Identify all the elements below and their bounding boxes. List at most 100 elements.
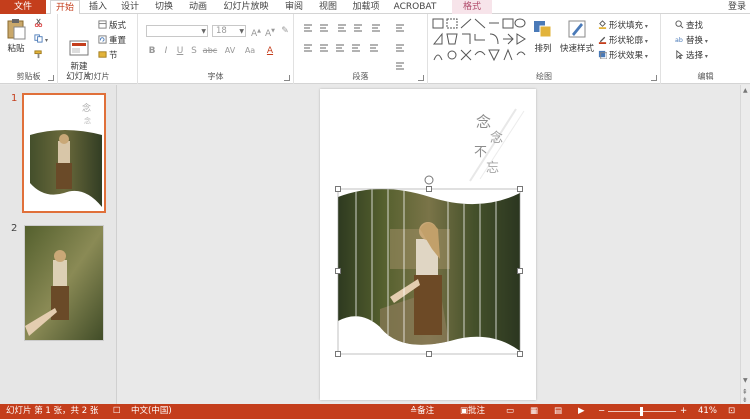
- replace-button[interactable]: ab 替换 ▾: [675, 35, 708, 47]
- resize-handle[interactable]: [517, 351, 523, 357]
- text-direction-icon[interactable]: [394, 22, 406, 34]
- italic-button[interactable]: I: [160, 45, 172, 57]
- char-spacing-button[interactable]: AV: [222, 45, 238, 57]
- shrink-font-button[interactable]: A▼: [264, 25, 276, 39]
- section-button[interactable]: 节: [98, 50, 118, 62]
- align-right-icon[interactable]: [334, 42, 346, 54]
- next-slide-icon[interactable]: ⇟: [742, 396, 748, 404]
- slide-editing-area[interactable]: 念 念 不 忘: [118, 85, 740, 404]
- clipboard-launcher[interactable]: [48, 75, 54, 81]
- tab-item[interactable]: 插入: [84, 0, 112, 14]
- decrease-indent-icon[interactable]: [336, 22, 348, 34]
- quick-styles-button[interactable]: 快速样式: [558, 18, 596, 54]
- resize-handle[interactable]: [426, 351, 432, 357]
- prev-slide-icon[interactable]: ⇞: [742, 388, 748, 396]
- reset-button[interactable]: 重置: [98, 35, 126, 47]
- paste-label: 粘贴: [7, 44, 25, 54]
- align-left-icon[interactable]: [302, 42, 314, 54]
- format-painter-button[interactable]: [34, 50, 45, 62]
- tab-item[interactable]: 动画: [184, 0, 212, 14]
- shadow-button[interactable]: S: [188, 45, 200, 57]
- tab-item[interactable]: 切换: [150, 0, 178, 14]
- resize-handle[interactable]: [517, 186, 523, 192]
- slide-thumbnail-2[interactable]: [24, 225, 104, 341]
- quick-styles-label: 快速样式: [559, 44, 594, 54]
- shapes-gallery[interactable]: [432, 18, 526, 62]
- font-name-combo[interactable]: ▼: [146, 25, 208, 37]
- resize-handle[interactable]: [335, 186, 341, 192]
- resize-handle[interactable]: [335, 268, 341, 274]
- numbering-icon[interactable]: [318, 22, 330, 34]
- reading-view-icon[interactable]: ▤: [554, 404, 562, 419]
- tab-item[interactable]: 视图: [314, 0, 342, 14]
- strikethrough-button[interactable]: abc: [202, 45, 218, 57]
- zoom-out-icon[interactable]: −: [598, 404, 605, 419]
- quick-styles-icon: [566, 18, 588, 40]
- group-paragraph: 段落: [294, 14, 428, 84]
- smartart-icon[interactable]: [394, 60, 406, 72]
- comments-button[interactable]: ▣ 批注: [460, 404, 485, 419]
- line-spacing-icon[interactable]: [370, 22, 382, 34]
- underline-button[interactable]: U: [174, 45, 186, 57]
- arrange-label: 排列: [534, 44, 552, 54]
- zoom-slider-thumb[interactable]: [640, 407, 643, 416]
- bold-button[interactable]: B: [146, 45, 158, 57]
- tab-item[interactable]: 加载项: [348, 0, 384, 14]
- tab-item[interactable]: ACROBAT: [390, 0, 440, 14]
- slide-sorter-icon[interactable]: ▦: [530, 404, 538, 419]
- tab-item[interactable]: 格式: [452, 0, 492, 14]
- paste-button[interactable]: 粘贴: [3, 18, 29, 54]
- tab-item[interactable]: 开始: [50, 0, 80, 15]
- spellcheck-icon[interactable]: ☐: [113, 404, 121, 419]
- shape-effects-button[interactable]: 形状效果 ▾: [598, 50, 648, 62]
- align-center-icon[interactable]: [318, 42, 330, 54]
- resize-handle[interactable]: [335, 351, 341, 357]
- change-case-button[interactable]: Aa: [242, 45, 258, 57]
- language-status[interactable]: 中文(中国): [131, 404, 172, 419]
- copy-button[interactable]: ▾: [34, 34, 48, 46]
- tab-item[interactable]: 设计: [116, 0, 144, 14]
- normal-view-icon[interactable]: ▭: [506, 404, 514, 419]
- zoom-in-icon[interactable]: +: [680, 404, 687, 419]
- resize-handle[interactable]: [426, 186, 432, 192]
- new-slide-icon: [68, 28, 90, 56]
- shape-outline-button[interactable]: 形状轮廓 ▾: [598, 35, 648, 47]
- tab-item[interactable]: 幻灯片放映: [218, 0, 274, 14]
- layout-button[interactable]: 版式: [98, 20, 126, 32]
- paragraph-launcher[interactable]: [418, 75, 424, 81]
- grow-font-button[interactable]: A▲: [250, 25, 262, 39]
- svg-text:ab: ab: [675, 37, 683, 44]
- vertical-scrollbar[interactable]: ▲ ▼ ⇞ ⇟: [740, 85, 750, 404]
- notes-button[interactable]: ≙ 备注: [410, 404, 434, 419]
- layout-icon: [98, 20, 107, 29]
- slide-thumbnail-1[interactable]: 念 念: [22, 93, 106, 213]
- scroll-down-icon[interactable]: ▼: [743, 377, 748, 384]
- group-slides: 新建 幻灯片 版式 重置 节 幻灯片: [58, 14, 138, 84]
- tab-file[interactable]: 文件: [0, 0, 46, 14]
- arrange-button[interactable]: 排列: [530, 18, 556, 54]
- justify-icon[interactable]: [350, 42, 362, 54]
- drawing-launcher[interactable]: [651, 75, 657, 81]
- slide-thumbnails-panel[interactable]: 1 念 念 2: [0, 85, 117, 404]
- tab-item[interactable]: 审阅: [280, 0, 308, 14]
- current-slide[interactable]: 念 念 不 忘: [320, 89, 536, 400]
- cut-button[interactable]: [34, 18, 45, 30]
- align-text-icon[interactable]: [394, 42, 406, 54]
- fit-slide-icon[interactable]: ⊡: [728, 404, 735, 419]
- font-launcher[interactable]: [284, 75, 290, 81]
- columns-icon[interactable]: [368, 42, 380, 54]
- resize-handle[interactable]: [517, 268, 523, 274]
- increase-indent-icon[interactable]: [352, 22, 364, 34]
- find-button[interactable]: 查找: [675, 20, 703, 32]
- font-size-combo[interactable]: 18 ▼: [212, 25, 246, 37]
- select-button[interactable]: 选择 ▾: [675, 50, 708, 62]
- font-color-button[interactable]: A: [264, 45, 276, 57]
- clear-format-button[interactable]: ✎: [279, 25, 291, 37]
- shape-fill-button[interactable]: 形状填充 ▾: [598, 20, 648, 32]
- scroll-up-icon[interactable]: ▲: [743, 87, 748, 94]
- rotate-handle-icon[interactable]: [424, 175, 434, 185]
- zoom-level[interactable]: 41%: [698, 404, 717, 419]
- bullets-icon[interactable]: [302, 22, 314, 34]
- slideshow-icon[interactable]: ▶: [578, 404, 585, 419]
- login-link[interactable]: 登录: [728, 0, 746, 14]
